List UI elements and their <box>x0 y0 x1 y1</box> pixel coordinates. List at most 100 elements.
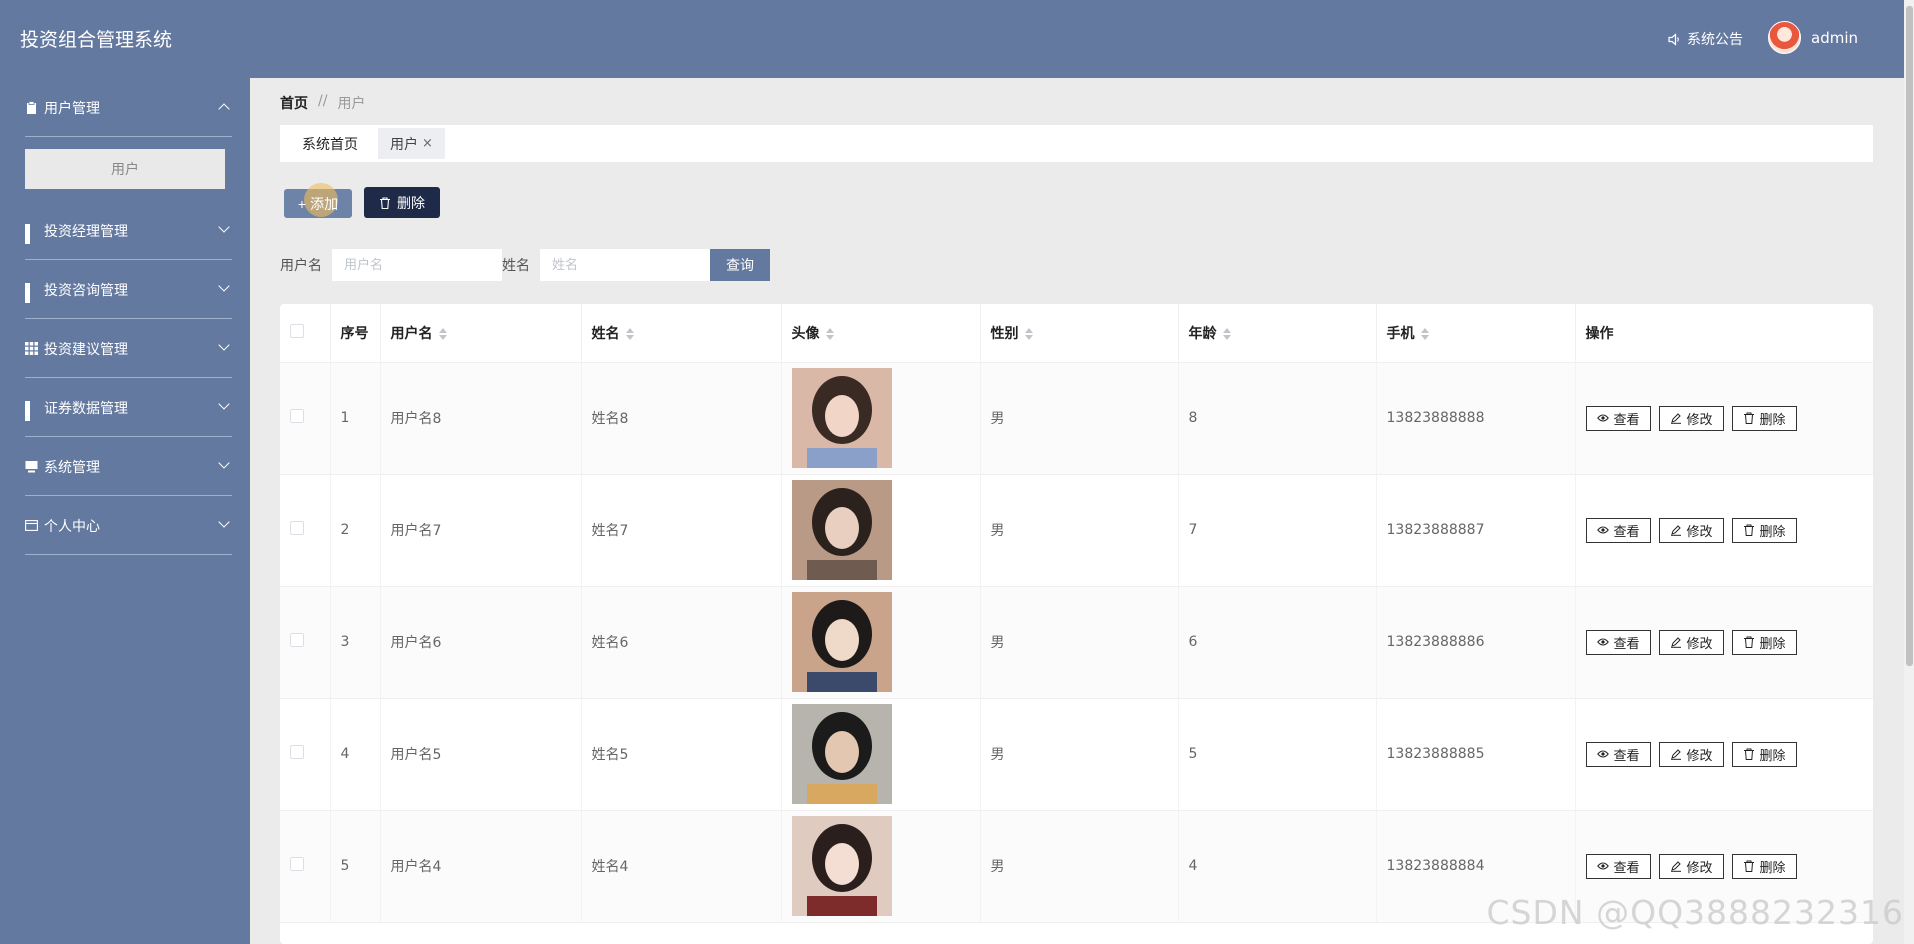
edit-icon <box>1670 525 1681 536</box>
tab-label: 用户 <box>390 136 418 153</box>
edit-icon <box>1670 861 1681 872</box>
select-all-cell <box>280 304 331 363</box>
avatar-photo[interactable] <box>791 816 892 916</box>
row-delete-button[interactable]: 删除 <box>1731 405 1797 431</box>
tab-user[interactable]: 用户 × <box>378 128 445 159</box>
sort-icon[interactable] <box>1024 327 1033 340</box>
eye-icon <box>1596 526 1609 534</box>
name-input[interactable] <box>540 249 710 281</box>
select-all-checkbox[interactable] <box>290 323 304 338</box>
row-delete-button[interactable]: 删除 <box>1731 517 1797 543</box>
cell-index: 1 <box>330 362 381 475</box>
column-header[interactable]: 手机 <box>1376 304 1576 363</box>
row-select-cell <box>280 362 331 475</box>
cell-actions: 查看 修改 删除 <box>1575 362 1873 475</box>
cell-avatar <box>781 810 981 923</box>
notice-label: 系统公告 <box>1687 32 1743 48</box>
add-button-label: 添加 <box>310 195 339 212</box>
row-select-cell <box>280 586 331 699</box>
cell-avatar <box>781 362 981 475</box>
username-input[interactable] <box>332 249 502 281</box>
cell-index: 4 <box>330 698 381 811</box>
row-delete-button[interactable]: 删除 <box>1731 629 1797 655</box>
edit-button[interactable]: 修改 <box>1658 853 1724 879</box>
scrollbar-thumb[interactable] <box>1906 6 1913 666</box>
add-button[interactable]: + 添加 <box>284 183 352 218</box>
sidebar-item-advice-management[interactable]: 投资建议管理 <box>0 319 250 378</box>
sidebar-item-personal-center[interactable]: 个人中心 <box>0 496 250 555</box>
sort-icon[interactable] <box>825 327 834 340</box>
view-button[interactable]: 查看 <box>1585 853 1651 879</box>
sort-icon[interactable] <box>625 327 634 340</box>
column-header[interactable]: 用户名 <box>380 304 582 363</box>
cell-actions: 查看 修改 删除 <box>1575 586 1873 699</box>
view-button[interactable]: 查看 <box>1585 741 1651 767</box>
row-checkbox[interactable] <box>290 745 304 759</box>
row-checkbox[interactable] <box>290 633 304 647</box>
edit-button[interactable]: 修改 <box>1658 741 1724 767</box>
avatar-photo[interactable] <box>791 368 892 468</box>
breadcrumb-current: 用户 <box>337 96 366 112</box>
close-icon[interactable]: × <box>422 136 433 151</box>
row-select-cell <box>280 698 331 811</box>
sidebar-item-label: 个人中心 <box>44 518 100 535</box>
grid-icon <box>25 224 38 244</box>
sidebar-item-user-management[interactable]: 用户管理 <box>0 78 250 137</box>
row-delete-button[interactable]: 删除 <box>1731 853 1797 879</box>
row-checkbox[interactable] <box>290 857 304 871</box>
cell-age: 6 <box>1178 586 1377 699</box>
view-button[interactable]: 查看 <box>1585 517 1651 543</box>
sidebar-item-manager-management[interactable]: 投资经理管理 <box>0 201 250 260</box>
sort-icon[interactable] <box>438 327 447 340</box>
row-checkbox[interactable] <box>290 521 304 535</box>
edit-button[interactable]: 修改 <box>1658 517 1724 543</box>
column-header[interactable]: 头像 <box>781 304 981 363</box>
column-header[interactable]: 性别 <box>980 304 1179 363</box>
sidebar-subitem-user[interactable]: 用户 <box>25 149 225 189</box>
user-menu[interactable]: admin <box>1768 21 1858 54</box>
sort-icon[interactable] <box>1420 327 1429 340</box>
sidebar-item-securities-management[interactable]: 证券数据管理 <box>0 378 250 437</box>
sort-icon[interactable] <box>1222 327 1231 340</box>
delete-button[interactable]: 删除 <box>364 187 440 218</box>
sidebar-item-system-management[interactable]: 系统管理 <box>0 437 250 496</box>
trash-icon <box>380 196 390 209</box>
column-header: 操作 <box>1575 304 1873 363</box>
cell-phone: 13823888885 <box>1376 698 1576 811</box>
view-button[interactable]: 查看 <box>1585 405 1651 431</box>
column-header[interactable]: 年龄 <box>1178 304 1377 363</box>
vertical-scrollbar[interactable] <box>1904 0 1914 944</box>
tab-home[interactable]: 系统首页 <box>290 128 370 159</box>
cell-name: 姓名8 <box>581 362 782 475</box>
breadcrumb-home[interactable]: 首页 <box>280 93 308 113</box>
sidebar-item-label: 系统管理 <box>44 459 100 476</box>
cell-avatar <box>781 698 981 811</box>
avatar-photo[interactable] <box>791 704 892 804</box>
edit-button[interactable]: 修改 <box>1658 629 1724 655</box>
chevron-down-icon <box>218 339 230 351</box>
speaker-icon <box>1668 32 1679 46</box>
chevron-up-icon <box>218 103 230 115</box>
clipboard-icon <box>27 101 36 114</box>
username-label: 用户名 <box>280 258 322 274</box>
cell-phone: 13823888886 <box>1376 586 1576 699</box>
table-row: 1 用户名8 姓名8 男 8 13823888888 查看 修改 删除 <box>280 362 1873 475</box>
row-checkbox[interactable] <box>290 409 304 423</box>
cell-age: 4 <box>1178 810 1377 923</box>
query-button[interactable]: 查询 <box>710 249 770 281</box>
row-delete-button[interactable]: 删除 <box>1731 741 1797 767</box>
column-header[interactable]: 姓名 <box>581 304 782 363</box>
sidebar-item-label: 投资建议管理 <box>44 341 128 358</box>
cell-gender: 男 <box>980 474 1179 587</box>
avatar-photo[interactable] <box>791 592 892 692</box>
avatar-photo[interactable] <box>791 480 892 580</box>
edit-button[interactable]: 修改 <box>1658 405 1724 431</box>
cell-age: 8 <box>1178 362 1377 475</box>
cell-gender: 男 <box>980 586 1179 699</box>
sidebar-item-consulting-management[interactable]: 投资咨询管理 <box>0 260 250 319</box>
delete-button-label: 删除 <box>397 194 425 211</box>
cell-username: 用户名6 <box>380 586 582 699</box>
view-button[interactable]: 查看 <box>1585 629 1651 655</box>
watermark: CSDN @QQ3888232316 <box>1486 893 1904 932</box>
notice-button[interactable]: 系统公告 <box>1668 29 1743 49</box>
